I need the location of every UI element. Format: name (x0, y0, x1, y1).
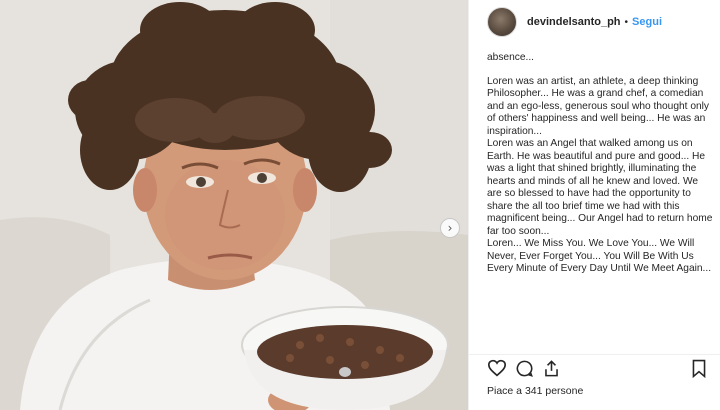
comment-icon[interactable] (515, 359, 534, 378)
caption-paragraph-3: Loren... We Miss You. We Love You... We … (487, 238, 712, 274)
boy-with-cereal-bowl-image (0, 0, 468, 410)
post-header: devindelsanto_ph • Segui (469, 0, 720, 44)
caption-paragraph-2: Loren was an Angel that walked among us … (487, 138, 713, 237)
heart-icon[interactable] (487, 359, 507, 377)
avatar[interactable] (487, 7, 517, 37)
next-image-button[interactable]: › (440, 218, 460, 238)
caption-line-1: absence... (487, 52, 535, 63)
follow-button[interactable]: Segui (632, 16, 662, 28)
chevron-right-icon: › (447, 221, 453, 235)
post-caption: absence... Loren was an artist, an athle… (487, 52, 713, 348)
caption-paragraph-1: Loren was an artist, an athlete, a deep … (487, 75, 710, 137)
separator-dot: • (624, 16, 629, 28)
bookmark-icon[interactable] (691, 359, 707, 378)
likes-count[interactable]: Piace a 341 persone (487, 385, 583, 397)
post-actions-bar (469, 354, 720, 380)
post-photo[interactable]: › (0, 0, 468, 410)
instagram-post: › devindelsanto_ph • Segui absence... Lo… (0, 0, 720, 410)
post-sidebar: devindelsanto_ph • Segui absence... Lore… (468, 0, 720, 410)
username-link[interactable]: devindelsanto_ph (527, 16, 621, 28)
share-icon[interactable] (542, 359, 561, 378)
